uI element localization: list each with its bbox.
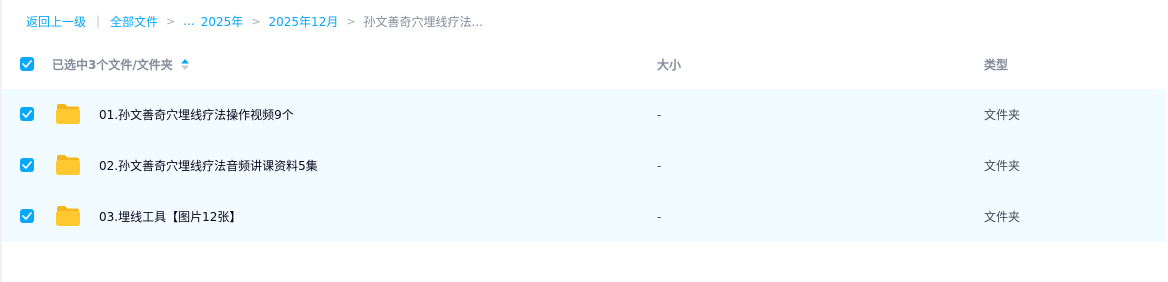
breadcrumb-root[interactable]: 全部文件: [110, 13, 158, 30]
column-header-size[interactable]: 大小: [657, 40, 681, 88]
breadcrumb-ellipsis[interactable]: ...: [183, 14, 194, 28]
sort-icon[interactable]: [180, 58, 189, 70]
file-type: 文件夹: [984, 108, 1021, 122]
select-all-checkbox[interactable]: [20, 57, 34, 71]
breadcrumb-year[interactable]: 2025年: [201, 13, 244, 30]
file-list-page: 返回上一级 | 全部文件 > ... 2025年 > 2025年12月 > 孙文…: [0, 0, 1168, 282]
folder-icon: [56, 155, 80, 175]
back-link[interactable]: 返回上一级: [26, 13, 86, 30]
row-checkbox[interactable]: [20, 107, 34, 121]
chevron-right-icon: >: [251, 14, 261, 28]
row-checkbox[interactable]: [20, 158, 34, 172]
column-header-type[interactable]: 类型: [984, 40, 1008, 88]
file-type: 文件夹: [984, 210, 1021, 224]
row-checkbox[interactable]: [20, 209, 34, 223]
file-name[interactable]: 03.埋线工具【图片12张】: [99, 191, 241, 242]
file-size: -: [657, 209, 662, 224]
file-size: -: [657, 158, 662, 173]
column-header-name[interactable]: 已选中3个文件/文件夹: [52, 40, 189, 88]
chevron-right-icon: >: [346, 14, 356, 28]
breadcrumb: 返回上一级 | 全部文件 > ... 2025年 > 2025年12月 > 孙文…: [26, 12, 483, 30]
file-list: 01.孙文善奇穴埋线疗法操作视频9个 - 文件夹 02.孙文善奇穴埋线疗法音频讲…: [2, 89, 1166, 242]
table-row[interactable]: 03.埋线工具【图片12张】 - 文件夹: [2, 191, 1166, 242]
table-row[interactable]: 01.孙文善奇穴埋线疗法操作视频9个 - 文件夹: [2, 89, 1166, 140]
folder-icon: [56, 104, 80, 124]
check-icon: [22, 212, 32, 220]
check-icon: [22, 161, 32, 169]
table-header: 已选中3个文件/文件夹 大小 类型: [2, 40, 1168, 88]
table-row[interactable]: 02.孙文善奇穴埋线疗法音频讲课资料5集 - 文件夹: [2, 140, 1166, 191]
breadcrumb-current: 孙文善奇穴埋线疗法...: [363, 14, 483, 29]
file-name[interactable]: 01.孙文善奇穴埋线疗法操作视频9个: [99, 89, 294, 140]
file-size: -: [657, 107, 662, 122]
file-type: 文件夹: [984, 159, 1021, 173]
folder-icon: [56, 206, 80, 226]
breadcrumb-month[interactable]: 2025年12月: [269, 13, 339, 30]
check-icon: [22, 60, 32, 68]
check-icon: [22, 110, 32, 118]
breadcrumb-separator: |: [96, 14, 101, 28]
file-name[interactable]: 02.孙文善奇穴埋线疗法音频讲课资料5集: [99, 140, 318, 191]
selection-count-label: 已选中3个文件/文件夹: [52, 57, 173, 72]
chevron-right-icon: >: [166, 14, 176, 28]
